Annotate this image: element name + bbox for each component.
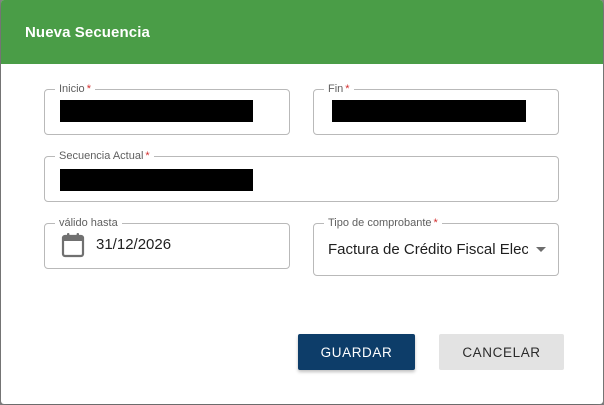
required-mark: *	[345, 83, 350, 95]
redacted-value	[60, 100, 253, 122]
inicio-label: Inicio *	[55, 82, 95, 96]
tipo-comprobante-value: Factura de Crédito Fiscal Elec	[328, 241, 528, 258]
redacted-value	[60, 169, 253, 191]
secuencia-actual-label: Secuencia Actual *	[55, 149, 154, 163]
guardar-button[interactable]: GUARDAR	[298, 334, 415, 370]
secuencia-actual-field[interactable]: Secuencia Actual *	[44, 149, 559, 202]
valido-hasta-label: válido hasta	[55, 216, 122, 230]
inicio-field[interactable]: Inicio *	[44, 82, 290, 135]
chevron-down-icon[interactable]	[536, 247, 546, 252]
cancelar-button[interactable]: CANCELAR	[439, 334, 564, 370]
tipo-comprobante-label: Tipo de comprobante *	[324, 216, 442, 230]
fin-field[interactable]: Fin *	[313, 82, 559, 135]
tipo-comprobante-select[interactable]: Tipo de comprobante * Factura de Crédito …	[313, 216, 559, 276]
required-mark: *	[433, 217, 438, 229]
valido-hasta-value: 31/12/2026	[96, 236, 172, 253]
fin-label: Fin *	[324, 82, 354, 96]
dialog-header: Nueva Secuencia	[1, 0, 603, 64]
calendar-icon[interactable]	[61, 232, 85, 258]
nueva-secuencia-dialog: Nueva Secuencia Inicio * Fin * Secuencia A…	[1, 0, 603, 404]
dialog-title: Nueva Secuencia	[25, 23, 150, 41]
valido-hasta-field[interactable]: válido hasta 31/12/2026	[44, 216, 290, 269]
required-mark: *	[86, 83, 91, 95]
required-mark: *	[145, 150, 150, 162]
redacted-value	[332, 100, 526, 122]
